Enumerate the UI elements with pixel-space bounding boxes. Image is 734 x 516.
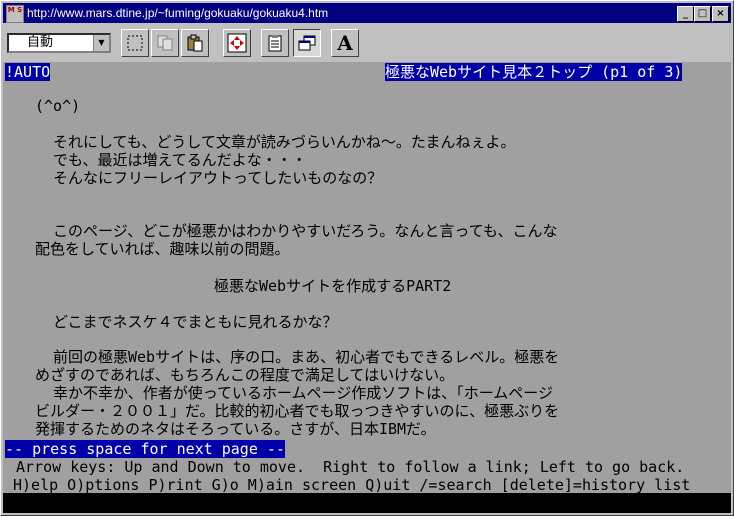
text-line: このページ、どこが極悪かはわかりやすいだろう。なんと言っても、こんな bbox=[53, 222, 558, 240]
font-button[interactable]: A bbox=[331, 29, 359, 57]
minimize-button[interactable]: _ bbox=[677, 6, 694, 22]
window-title: http://www.mars.dtine.jp/~fuming/gokuaku… bbox=[27, 6, 329, 20]
title-bar[interactable]: M S http://www.mars.dtine.jp/~fuming/gok… bbox=[3, 3, 731, 23]
properties-button[interactable] bbox=[261, 29, 289, 57]
reload-button[interactable] bbox=[223, 29, 251, 57]
chevron-down-icon[interactable]: ▼ bbox=[93, 35, 109, 51]
move-icon bbox=[227, 33, 247, 53]
paste-button[interactable] bbox=[181, 29, 209, 57]
select-all-button[interactable] bbox=[121, 29, 149, 57]
text-line: どこまでネスケ４でまともに見れるかな？ bbox=[53, 313, 338, 331]
text-line: そんなにフリーレイアウトってしたいものなの？ bbox=[53, 169, 383, 187]
maximize-button[interactable]: □ bbox=[694, 6, 711, 22]
text-line: (^o^) bbox=[35, 97, 81, 115]
app-icon[interactable]: M S bbox=[6, 5, 24, 23]
select-rect-icon bbox=[127, 35, 143, 51]
help-line-commands: H)elp O)ptions P)rint G)o M)ain screen Q… bbox=[13, 476, 691, 494]
window-icon bbox=[298, 35, 316, 51]
help-line-navigation: Arrow keys: Up and Down to move. Right t… bbox=[7, 458, 685, 476]
toolbar: 自動 ▼ A bbox=[3, 25, 731, 61]
clipboard-icon bbox=[268, 35, 282, 52]
browser-window: M S http://www.mars.dtine.jp/~fuming/gok… bbox=[0, 0, 734, 516]
text-line: 発揮するためのネタはそろっている。さすが、日本IBMだ。 bbox=[35, 420, 436, 438]
next-page-prompt: -- press space for next page -- bbox=[5, 440, 285, 458]
text-line: 前回の極悪Webサイトは、序の口。まあ、初心者でもできるレベル。極悪を bbox=[53, 348, 560, 366]
copy-icon bbox=[157, 35, 173, 51]
paste-icon bbox=[187, 34, 203, 52]
window-button[interactable] bbox=[293, 29, 321, 57]
terminal-content[interactable]: !AUTO 極悪なWebサイト見本２トップ (p1 of 3) (^o^) それ… bbox=[3, 62, 731, 513]
header-left: !AUTO bbox=[5, 63, 51, 81]
encoding-select[interactable]: 自動 ▼ bbox=[7, 33, 111, 53]
heading-line: 極悪なWebサイトを作成するPART2 bbox=[214, 277, 452, 295]
text-line: それにしても、どうして文章が読みづらいんかね～。たまんねぇよ。 bbox=[53, 133, 516, 151]
text-line: 幸か不幸か、作者が使っているホームページ作成ソフトは、「ホームページ bbox=[53, 384, 553, 402]
header-right-title: 極悪なWebサイト見本２トップ (p1 of 3) bbox=[385, 63, 683, 81]
text-line: ビルダー・２００１」だ。比較的初心者でも取っつきやすいのに、極悪ぶりを bbox=[35, 402, 560, 420]
copy-button[interactable] bbox=[151, 29, 179, 57]
status-bar bbox=[3, 493, 731, 513]
text-line: 配色をしていれば、趣味以前の問題。 bbox=[35, 240, 290, 258]
text-line: でも、最近は増えてるんだよな・・・ bbox=[53, 151, 307, 169]
close-button[interactable]: × bbox=[712, 6, 729, 22]
encoding-select-value: 自動 bbox=[27, 35, 54, 50]
text-line: めざすのであれば、もちろんこの程度で満足してはいけない。 bbox=[35, 366, 455, 384]
